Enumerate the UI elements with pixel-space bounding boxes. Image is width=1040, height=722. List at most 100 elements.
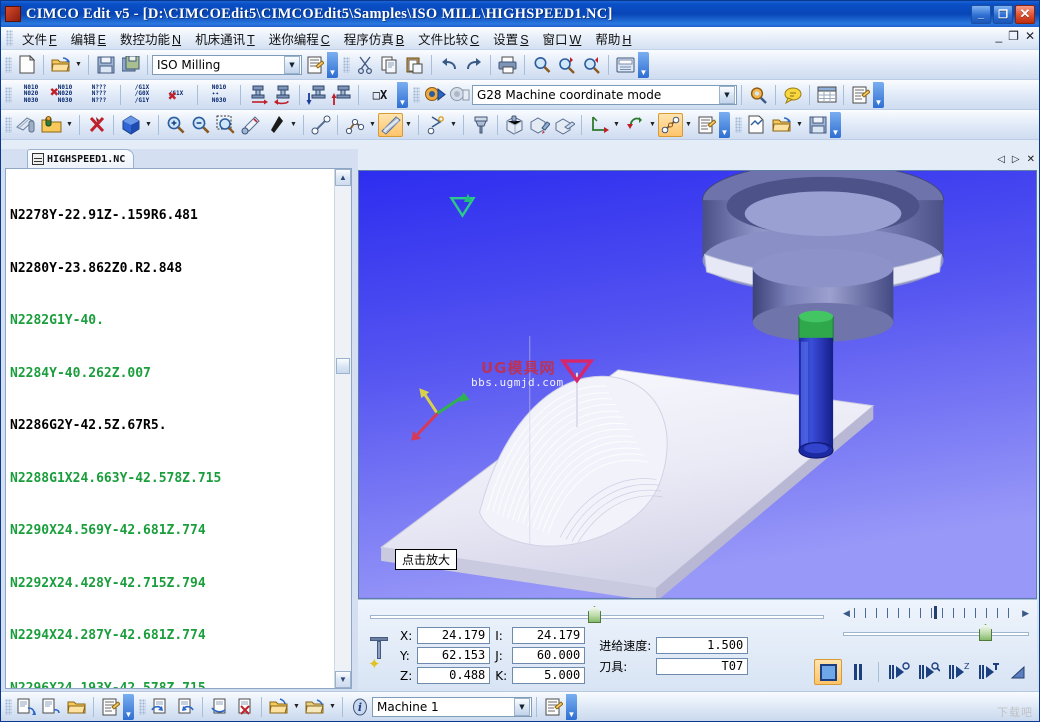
renumber-unknown-icon[interactable]: N??? N??? N??? bbox=[82, 83, 116, 107]
mdi-restore-button[interactable]: ❐ bbox=[1008, 29, 1019, 43]
j-value-field[interactable]: 60.000 bbox=[512, 647, 586, 664]
menu-settings[interactable]: 设置 S bbox=[486, 27, 535, 50]
pointer-dropdown[interactable]: ▼ bbox=[288, 113, 299, 137]
render-solid-icon[interactable] bbox=[118, 113, 143, 137]
tab-close-icon[interactable]: ✕ bbox=[1027, 154, 1035, 165]
tool-holder-icon[interactable] bbox=[468, 113, 493, 137]
minimize-button[interactable]: _ bbox=[971, 4, 991, 24]
zoom-button[interactable]: 点击放大 bbox=[395, 549, 458, 570]
stock-paint-icon[interactable] bbox=[527, 113, 552, 137]
undo-icon[interactable] bbox=[436, 53, 461, 77]
program-progress-thumb[interactable] bbox=[588, 606, 601, 623]
tool-compensation-loop-icon[interactable] bbox=[270, 83, 295, 107]
toolbar3-gripper[interactable] bbox=[5, 116, 12, 133]
tab-prev-icon[interactable]: ◁ bbox=[997, 154, 1005, 165]
stop-button[interactable] bbox=[814, 659, 842, 685]
coordinate-mode-combo[interactable]: G28 Machine coordinate mode ▼ bbox=[472, 84, 737, 105]
copy-icon[interactable] bbox=[377, 53, 402, 77]
i-value-field[interactable]: 24.179 bbox=[512, 627, 586, 644]
delete-toolpath-icon[interactable] bbox=[84, 113, 109, 137]
find-previous-icon[interactable] bbox=[554, 53, 579, 77]
toolpath-node-dropdown[interactable]: ▼ bbox=[448, 113, 459, 137]
new-file-icon[interactable] bbox=[14, 53, 39, 77]
mdi-minimize-button[interactable]: _ bbox=[995, 29, 1002, 43]
x-value-field[interactable]: 24.179 bbox=[417, 627, 491, 644]
link-points-icon[interactable] bbox=[342, 113, 367, 137]
feed-rate-field[interactable]: 1.500 bbox=[656, 636, 749, 654]
machine-select-chevron-down-icon[interactable]: ▼ bbox=[514, 697, 530, 716]
machine-select-combo[interactable]: Machine 1 ▼ bbox=[372, 696, 532, 717]
stock-copy-icon[interactable] bbox=[552, 113, 577, 137]
folder-icon[interactable] bbox=[64, 695, 89, 719]
comment-blocks-icon[interactable]: /G1X /G0X /G1Y bbox=[125, 83, 159, 107]
stock-icon[interactable] bbox=[502, 113, 527, 137]
shaded-toolpath-icon[interactable] bbox=[378, 112, 403, 137]
distance-icon[interactable] bbox=[308, 113, 333, 137]
menu-mini-programming[interactable]: 迷你编程 C bbox=[262, 27, 337, 50]
open-file-icon[interactable] bbox=[48, 53, 73, 77]
statusbar-overflow2[interactable]: ▼ bbox=[566, 693, 577, 720]
menu-edit[interactable]: 编辑 E bbox=[64, 27, 113, 50]
zoom-in-icon[interactable] bbox=[163, 113, 188, 137]
tool-library-dropdown[interactable]: ▼ bbox=[64, 113, 75, 137]
axis-orientation-icon[interactable] bbox=[586, 113, 611, 137]
speed-slider-thumb[interactable] bbox=[979, 624, 992, 641]
xy-mode-icon[interactable]: □X bbox=[363, 83, 397, 107]
toolbar2b-gripper[interactable] bbox=[413, 86, 420, 103]
menu-file-compare[interactable]: 文件比较 C bbox=[411, 27, 486, 50]
machine-properties-icon[interactable] bbox=[541, 695, 566, 719]
toolbar1b-gripper[interactable] bbox=[343, 56, 350, 73]
search-machine-icon[interactable] bbox=[746, 83, 771, 107]
code-editor[interactable]: N2278Y-22.91Z-.159R6.481 N2280Y-23.862Z0… bbox=[5, 168, 352, 689]
toolbar3b-gripper[interactable] bbox=[735, 116, 742, 133]
properties-status-icon[interactable] bbox=[98, 695, 123, 719]
tick-end-icon[interactable]: ▶ bbox=[1022, 608, 1029, 619]
toolbar3-overflow[interactable]: ▼ bbox=[719, 111, 730, 138]
step-z-button[interactable]: Z bbox=[945, 659, 973, 685]
quick-tip-icon[interactable] bbox=[780, 83, 805, 107]
toolbar1b-overflow[interactable]: ▼ bbox=[638, 51, 649, 78]
close-button[interactable]: ✕ bbox=[1015, 4, 1035, 24]
find-next-icon[interactable] bbox=[579, 53, 604, 77]
paste-icon[interactable] bbox=[402, 53, 427, 77]
code-lines[interactable]: N2278Y-22.91Z-.159R6.481 N2280Y-23.862Z0… bbox=[6, 169, 334, 688]
save-file-icon[interactable] bbox=[93, 53, 118, 77]
tick-start-icon[interactable]: ◀ bbox=[843, 608, 850, 619]
zoom-out-icon[interactable] bbox=[188, 113, 213, 137]
calculator-icon[interactable] bbox=[613, 53, 638, 77]
statusbar-gripper2[interactable] bbox=[139, 698, 146, 715]
insert-block-icon[interactable]: N010 ✦✦ N030 bbox=[202, 83, 236, 107]
tool-field[interactable]: T07 bbox=[656, 657, 749, 675]
menu-file[interactable]: 文件 F bbox=[15, 27, 64, 50]
toolpath-node-icon[interactable] bbox=[423, 113, 448, 137]
open-folder-icon[interactable] bbox=[769, 113, 794, 137]
scroll-up-button[interactable]: ▲ bbox=[335, 169, 351, 186]
y-value-field[interactable]: 62.153 bbox=[417, 647, 491, 664]
open-file-dropdown[interactable]: ▼ bbox=[73, 53, 84, 77]
scroll-thumb[interactable] bbox=[336, 358, 350, 374]
menu-simulation[interactable]: 程序仿真 B bbox=[337, 27, 411, 50]
tool-compensation-right-icon[interactable] bbox=[245, 83, 270, 107]
tab-next-icon[interactable]: ▷ bbox=[1012, 154, 1020, 165]
document-icon[interactable] bbox=[744, 113, 769, 137]
menu-gripper[interactable] bbox=[6, 30, 13, 46]
properties-icon[interactable] bbox=[848, 83, 873, 107]
mdi-close-button[interactable]: ✕ bbox=[1025, 29, 1035, 43]
dnc-folder-dropdown[interactable]: ▼ bbox=[327, 695, 338, 719]
coordinate-mode-chevron-down-icon[interactable]: ▼ bbox=[719, 85, 735, 104]
machine-type-combo[interactable]: ISO Milling ▼ bbox=[152, 54, 302, 75]
editor-scrollbar[interactable]: ▲ ▼ bbox=[334, 169, 351, 688]
measure-button[interactable] bbox=[1005, 659, 1033, 685]
menu-help[interactable]: 帮助 H bbox=[588, 27, 638, 50]
tool-library-icon[interactable] bbox=[39, 113, 64, 137]
open-folder-dropdown[interactable]: ▼ bbox=[794, 113, 805, 137]
speed-slider-track[interactable] bbox=[843, 632, 1029, 636]
program-progress-slider[interactable] bbox=[370, 605, 824, 623]
menu-machine-comm[interactable]: 机床通讯 T bbox=[188, 27, 262, 50]
dnc-open-dropdown[interactable]: ▼ bbox=[291, 695, 302, 719]
pause-button[interactable] bbox=[844, 659, 872, 685]
tool-down-icon[interactable] bbox=[304, 83, 329, 107]
nc-settings-icon[interactable] bbox=[447, 83, 472, 107]
statusbar-gripper1[interactable] bbox=[5, 698, 12, 715]
rotate-view-icon[interactable] bbox=[622, 113, 647, 137]
